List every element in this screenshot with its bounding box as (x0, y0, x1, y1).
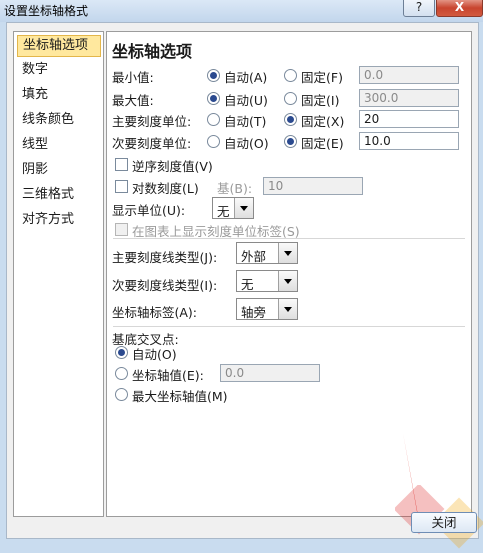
chevron-down-icon[interactable] (278, 299, 297, 319)
minor-auto-radio[interactable] (207, 135, 220, 148)
axis-labels-value: 轴旁 (241, 305, 267, 320)
major-tick-select[interactable]: 外部 (236, 242, 298, 264)
min-fixed-label: 固定(F) (301, 70, 343, 85)
max-auto-radio[interactable] (207, 92, 220, 105)
max-value-field[interactable]: 300.0 (359, 89, 459, 107)
axis-labels-label: 坐标轴标签(A): (112, 305, 198, 320)
category-list: 坐标轴选项 数字 填充 线条颜色 线型 阴影 三维格式 对齐方式 (13, 31, 104, 517)
min-value-field[interactable]: 0.0 (359, 66, 459, 84)
help-button[interactable]: ? (403, 0, 435, 17)
sidebar-item-fill[interactable]: 填充 (17, 85, 99, 105)
minor-fixed-radio[interactable] (284, 135, 297, 148)
minor-tick-label: 次要刻度线类型(I): (112, 278, 218, 293)
major-tick-value: 外部 (241, 249, 267, 264)
major-unit-field[interactable]: 20 (359, 110, 459, 128)
dialog-body: 坐标轴选项 数字 填充 线条颜色 线型 阴影 三维格式 对齐方式 坐标轴选项 最… (6, 22, 483, 549)
title-bar: 设置坐标轴格式 ? X (0, 0, 483, 22)
crosses-max-radio[interactable] (115, 388, 128, 401)
log-scale-label: 对数刻度(L) (132, 181, 199, 196)
max-auto-label: 自动(U) (224, 93, 268, 108)
min-fixed-radio[interactable] (284, 69, 297, 82)
minor-fixed-label: 固定(E) (301, 136, 344, 151)
sidebar-item-axis-options[interactable]: 坐标轴选项 (17, 35, 101, 57)
close-button[interactable]: 关闭 (411, 512, 477, 533)
max-label: 最大值: (112, 93, 154, 108)
log-base-label: 基(B): (217, 181, 253, 196)
window-title: 设置坐标轴格式 (4, 4, 89, 18)
crosses-value-label: 坐标轴值(E): (132, 368, 204, 383)
log-base-field[interactable]: 10 (263, 177, 363, 195)
sidebar-item-shadow[interactable]: 阴影 (17, 160, 99, 180)
sidebar-item-line-style[interactable]: 线型 (17, 135, 99, 155)
axis-labels-select[interactable]: 轴旁 (236, 298, 298, 320)
minor-unit-field[interactable]: 10.0 (359, 132, 459, 150)
display-units-label: 显示单位(U): (112, 203, 186, 218)
major-auto-label: 自动(T) (224, 114, 267, 129)
sidebar-item-alignment[interactable]: 对齐方式 (17, 210, 99, 230)
display-units-value: 无 (217, 204, 230, 219)
crosses-value-field[interactable]: 0.0 (220, 364, 320, 382)
crosses-auto-label: 自动(O) (132, 347, 177, 362)
crosses-max-label: 最大坐标轴值(M) (132, 389, 228, 404)
minor-auto-label: 自动(O) (224, 136, 269, 151)
sidebar-item-number[interactable]: 数字 (17, 60, 99, 80)
sidebar-item-3d-format[interactable]: 三维格式 (17, 185, 99, 205)
min-auto-label: 自动(A) (224, 70, 268, 85)
sidebar-item-line-color[interactable]: 线条颜色 (17, 110, 99, 130)
display-units-select[interactable]: 无 (212, 197, 254, 219)
major-fixed-label: 固定(X) (301, 114, 345, 129)
divider (113, 238, 465, 239)
min-auto-radio[interactable] (207, 69, 220, 82)
max-fixed-label: 固定(I) (301, 93, 340, 108)
crosses-value-radio[interactable] (115, 367, 128, 380)
major-unit-label: 主要刻度单位: (112, 114, 192, 129)
minor-tick-select[interactable]: 无 (236, 270, 298, 292)
close-icon[interactable]: X (436, 0, 483, 17)
show-units-checkbox[interactable] (115, 223, 128, 236)
chevron-down-icon[interactable] (234, 198, 253, 218)
reverse-order-checkbox[interactable] (115, 158, 128, 171)
minor-tick-value: 无 (241, 277, 254, 292)
major-fixed-radio[interactable] (284, 113, 297, 126)
chevron-down-icon[interactable] (278, 271, 297, 291)
max-fixed-radio[interactable] (284, 92, 297, 105)
major-tick-label: 主要刻度线类型(J): (112, 250, 218, 265)
minor-unit-label: 次要刻度单位: (112, 136, 192, 151)
reverse-order-label: 逆序刻度值(V) (132, 159, 213, 174)
min-label: 最小值: (112, 70, 154, 85)
log-scale-checkbox[interactable] (115, 180, 128, 193)
panel-heading: 坐标轴选项 (112, 42, 193, 61)
major-auto-radio[interactable] (207, 113, 220, 126)
crosses-auto-radio[interactable] (115, 346, 128, 359)
divider (113, 326, 465, 327)
chevron-down-icon[interactable] (278, 243, 297, 263)
